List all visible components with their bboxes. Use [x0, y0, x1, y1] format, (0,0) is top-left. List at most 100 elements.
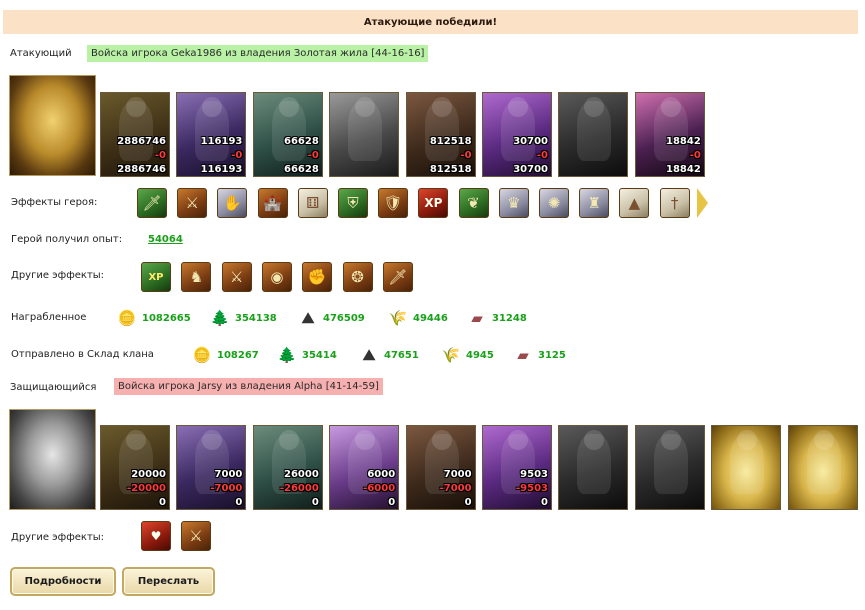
brick-icon: ▰	[471, 309, 483, 327]
blue-sword-icon[interactable]: 🗡	[382, 262, 413, 292]
resource-value: 47651	[384, 349, 419, 361]
unit-slot[interactable]: 26000 -26000 0	[252, 425, 323, 510]
resource-item: 🌲 35414	[276, 345, 337, 365]
unit-loss: -0	[536, 150, 548, 161]
gold-coin-icon: 🪙	[192, 346, 212, 364]
unit-loss: -0	[231, 150, 243, 161]
unit-count-after: 0	[541, 497, 548, 508]
forward-button[interactable]: Переслать	[122, 567, 215, 596]
resource-item: 🌾 49446	[387, 308, 448, 328]
unit-count-before: 2886746	[117, 136, 166, 147]
resource-value: 476509	[323, 312, 365, 324]
resource-item: ⛰ 47651	[358, 345, 419, 365]
defender-other-effects-label: Другие эффекты:	[11, 532, 105, 543]
crossed-swords-icon[interactable]: ⚔	[181, 521, 211, 551]
unit-loss: -7000	[439, 483, 472, 494]
unit-count-after: 0	[464, 497, 472, 508]
resource-item: 🌲 354138	[209, 308, 277, 328]
defender-label: Защищающийся	[10, 382, 97, 393]
sorceress-icon[interactable]: ♛	[498, 188, 529, 218]
unit-slot[interactable]	[558, 92, 629, 177]
crossed-swords-icon[interactable]: ⚔	[177, 188, 208, 218]
resource-value: 354138	[235, 312, 277, 324]
unit-count-before: 7000	[214, 469, 243, 480]
unit-slot[interactable]: 66628 -0 66628	[252, 92, 323, 177]
unit-loss: -26000	[279, 483, 319, 494]
resource-value: 108267	[217, 349, 259, 361]
unit-count-after: 116193	[200, 164, 243, 175]
unit-count-after: 66628	[284, 164, 319, 175]
hand-shield-icon[interactable]: 🛡	[378, 188, 409, 218]
dagger-icon[interactable]: †	[659, 188, 690, 218]
pyramid-icon[interactable]: ▲	[619, 188, 650, 218]
gold-coin-icon: 🪙	[117, 309, 137, 327]
unit-count-before: 116193	[200, 136, 243, 147]
unit-slot[interactable]: 2886746 -0 2886746	[100, 92, 170, 177]
armor-icon[interactable]: ♜	[579, 188, 610, 218]
xp-badge-icon[interactable]: XP	[141, 262, 171, 292]
unit-slot[interactable]: 116193 -0 116193	[176, 92, 247, 177]
unit-count-before: 26000	[284, 469, 319, 480]
unit-slot[interactable]	[558, 425, 629, 510]
resource-value: 31248	[492, 312, 527, 324]
fist-icon[interactable]: ✊	[302, 262, 333, 292]
resource-item: ▰ 3125	[512, 345, 566, 365]
details-button[interactable]: Подробности	[10, 567, 116, 596]
attacker-hero-portrait[interactable]	[9, 75, 96, 176]
unit-count-after: 18842	[666, 164, 701, 175]
resource-item: 🪙 1082665	[116, 308, 191, 328]
unit-slot[interactable]: 18842 -0 18842	[634, 92, 705, 177]
unit-slot[interactable]	[787, 425, 858, 510]
unit-loss: -7000	[210, 483, 243, 494]
unit-slot[interactable]: 9503 -9503 0	[482, 425, 552, 510]
unit-slot[interactable]: 6000 -6000 0	[329, 425, 400, 510]
unit-slot[interactable]: 30700 -0 30700	[482, 92, 552, 177]
unit-slot[interactable]	[711, 425, 782, 510]
heart-shield-icon[interactable]: ♥	[141, 521, 171, 551]
hero-xp-label: Герой получил опыт:	[11, 234, 123, 245]
resource-item: 🌾 4945	[440, 345, 494, 365]
unit-slot[interactable]: 20000 -20000 0	[100, 425, 170, 510]
defender-hero-portrait[interactable]	[9, 409, 96, 510]
unit-slot[interactable]: 7000 -7000 0	[176, 425, 247, 510]
next-arrow-icon[interactable]	[697, 188, 708, 218]
unit-count-after: 0	[159, 497, 166, 508]
defender-army-tag[interactable]: Войска игрока Jarsy из владения Alpha [4…	[114, 378, 383, 395]
sword-buff-icon[interactable]: 🗡	[137, 188, 167, 218]
unit-loss: -6000	[363, 483, 396, 494]
dice-icon[interactable]: ⚅	[297, 188, 328, 218]
web-icon[interactable]: ✺	[539, 188, 569, 218]
wheat-icon: 🌾	[441, 346, 461, 364]
unit-count-after: 30700	[513, 164, 548, 175]
xp-book-icon[interactable]: XP	[418, 188, 449, 218]
sword-fist-icon[interactable]: ⚔	[221, 262, 252, 292]
brick-icon: ▰	[517, 346, 529, 364]
attacker-label: Атакующий	[10, 48, 72, 59]
attacker-army-tag[interactable]: Войска игрока Geka1986 из владения Золот…	[87, 45, 429, 62]
shield-icon[interactable]: ⛨	[338, 188, 368, 218]
xp-tree-icon[interactable]: ❦	[458, 188, 489, 218]
unit-count-after: 0	[235, 497, 243, 508]
unit-count-after: 0	[388, 497, 396, 508]
unit-slot[interactable]	[634, 425, 705, 510]
tree-icon: 🌲	[210, 309, 230, 327]
gold-coins-icon[interactable]: ❂	[342, 262, 373, 292]
hand-buff-icon[interactable]: ✋	[217, 188, 248, 218]
unit-slot[interactable]: 812518 -0 812518	[405, 92, 476, 177]
hero-effects-label: Эффекты героя:	[11, 197, 98, 208]
unit-loss: -0	[689, 150, 701, 161]
unit-slot[interactable]: 7000 -7000 0	[405, 425, 476, 510]
resource-value: 49446	[413, 312, 448, 324]
fortress-icon[interactable]: 🏰	[257, 188, 288, 218]
battle-result-banner: Атакующие победили!	[3, 10, 858, 34]
resource-item: 🪙 108267	[191, 345, 259, 365]
hero-xp-value[interactable]: 54064	[148, 234, 183, 245]
unit-count-before: 9503	[520, 469, 548, 480]
unit-count-before: 7000	[443, 469, 472, 480]
unit-slot[interactable]	[329, 92, 400, 177]
coins-bag-icon[interactable]: ◉	[261, 262, 292, 292]
unit-loss: -0	[307, 150, 319, 161]
unit-count-before: 812518	[429, 136, 472, 147]
tree-icon: 🌲	[277, 346, 297, 364]
horse-heart-icon[interactable]: ♞	[181, 262, 212, 292]
